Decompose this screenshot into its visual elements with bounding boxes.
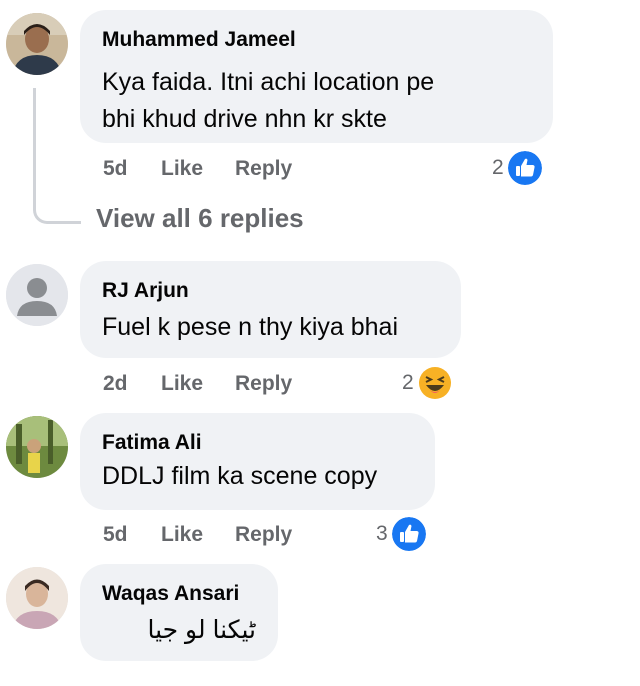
comment-author[interactable]: Waqas Ansari [102, 582, 239, 606]
comment-time[interactable]: 2d [103, 372, 128, 396]
reaction-summary[interactable]: 2 [402, 366, 452, 400]
comment-text-line-1: ٹیکنا لو جیا [147, 616, 256, 644]
comment-bubble: Muhammed Jameel Kya faida. Itni achi loc… [80, 10, 553, 143]
like-button[interactable]: Like [161, 372, 203, 396]
reaction-count: 2 [402, 371, 414, 394]
comment-text-line-1: Kya faida. Itni achi location pe [102, 68, 435, 96]
comment-time[interactable]: 5d [103, 157, 128, 181]
avatar[interactable] [6, 416, 68, 478]
reaction-summary[interactable]: 2 [492, 151, 542, 185]
like-button[interactable]: Like [161, 523, 203, 547]
reply-button[interactable]: Reply [235, 523, 292, 547]
comment-bubble: Fatima Ali DDLJ film ka scene copy [80, 413, 435, 510]
view-replies-link[interactable]: View all 6 replies [96, 203, 304, 234]
like-button[interactable]: Like [161, 157, 203, 181]
avatar[interactable] [6, 264, 68, 326]
haha-icon [418, 367, 451, 399]
comment-text-line-2: bhi khud drive nhn kr skte [102, 105, 387, 133]
like-icon [507, 151, 542, 185]
comment-author[interactable]: RJ Arjun [102, 279, 189, 303]
comment-author[interactable]: Muhammed Jameel [102, 28, 296, 52]
avatar[interactable] [6, 567, 68, 629]
thread-connector [33, 88, 81, 224]
like-icon [391, 517, 426, 551]
reaction-count: 3 [376, 522, 388, 545]
comment-time[interactable]: 5d [103, 523, 128, 547]
reply-button[interactable]: Reply [235, 372, 292, 396]
reply-button[interactable]: Reply [235, 157, 292, 181]
avatar[interactable] [6, 13, 68, 75]
comment-text-line-1: Fuel k pese n thy kiya bhai [102, 313, 398, 341]
comment-bubble: RJ Arjun Fuel k pese n thy kiya bhai [80, 261, 461, 358]
comment-text-line-1: DDLJ film ka scene copy [102, 462, 378, 490]
reaction-summary[interactable]: 3 [376, 517, 426, 551]
reaction-count: 2 [492, 156, 504, 179]
comment-bubble: Waqas Ansari ٹیکنا لو جیا [80, 564, 278, 661]
comment-author[interactable]: Fatima Ali [102, 431, 202, 455]
